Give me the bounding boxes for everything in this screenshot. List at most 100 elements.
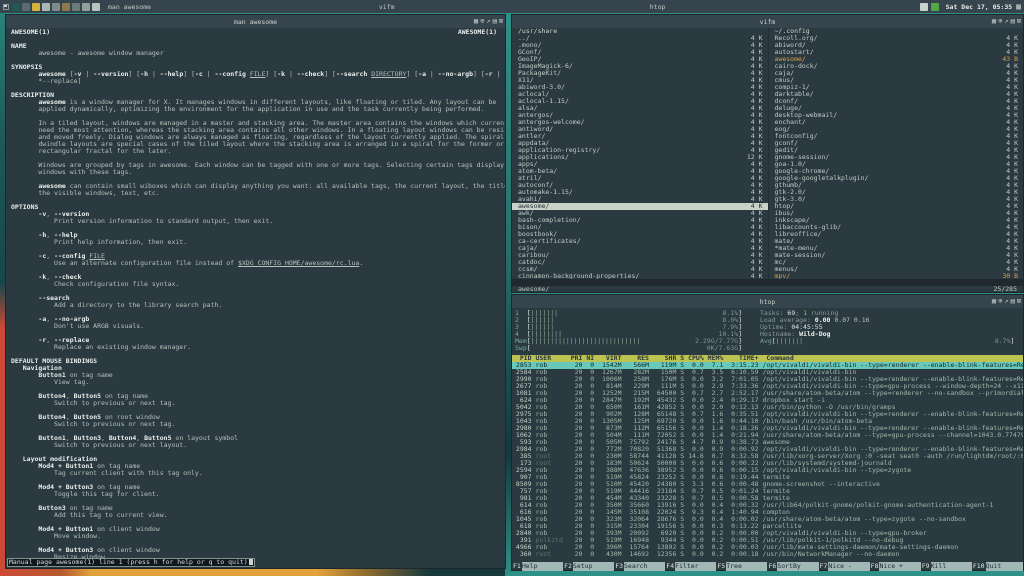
file-row[interactable]: caja/4 K <box>769 70 1024 77</box>
file-row[interactable]: Recoll.org/4 K <box>769 35 1024 42</box>
file-row[interactable]: gthumb/4 K <box>769 182 1024 189</box>
process-row[interactable]: 1045 rob 20 0 323M 32064 28676 S 0.0 0.4… <box>512 516 1023 523</box>
process-row[interactable]: 907 rob 20 0 519M 45824 23252 S 0.0 0.6 … <box>512 474 1023 481</box>
file-row[interactable]: darktable/4 K <box>769 91 1024 98</box>
process-row[interactable]: 360 root 20 0 430M 14692 12356 S 0.0 0.2… <box>512 551 1023 558</box>
launcher-archive-icon[interactable] <box>62 2 70 11</box>
file-row[interactable]: ../4 K <box>512 35 768 42</box>
titlebar-grid-icon[interactable]: ▦ <box>992 15 996 28</box>
file-row[interactable]: mate-session/4 K <box>769 252 1024 259</box>
fkey-nice--button[interactable]: F8 Nice + <box>870 562 921 571</box>
process-row[interactable]: 618 rob 20 0 315M 23304 19156 S 0.0 0.3 … <box>512 523 1023 530</box>
file-row[interactable]: bash-completion/4 K <box>512 217 768 224</box>
launcher-web-icon[interactable] <box>12 2 20 11</box>
file-row[interactable]: aclocal-1.15/4 K <box>512 98 768 105</box>
file-row[interactable]: htop/4 K <box>769 203 1024 210</box>
man-titlebar[interactable]: man awesome ▦ ⊕ ↗ ▤ ⊠ <box>6 15 505 28</box>
vifm-terminal[interactable]: /usr/share ../4 K .mono/4 K GConf/4 K GeoIP… <box>512 28 1023 293</box>
launcher-edit-icon[interactable] <box>42 2 50 11</box>
dropbox-tray-icon[interactable] <box>930 2 939 11</box>
titlebar-maximize-icon[interactable]: ▤ <box>493 15 497 28</box>
tasklist-item-man-awesome[interactable]: man awesome <box>104 0 375 13</box>
file-row[interactable]: abiword-3.0/4 K <box>512 84 768 91</box>
launcher-app-icon[interactable] <box>92 2 100 11</box>
titlebar-maximize-icon[interactable]: ▤ <box>1011 295 1015 308</box>
file-row[interactable]: mc/4 K <box>769 259 1024 266</box>
file-row[interactable]: PackageKit/4 K <box>512 70 768 77</box>
file-row[interactable]: automake-1.15/4 K <box>512 189 768 196</box>
process-row[interactable]: 2584 rob 20 0 1267M 282M 150M S 0.7 3.5 … <box>512 369 1023 376</box>
process-row[interactable]: 8509 rob 20 0 510M 45420 24380 S 3.3 0.6… <box>512 481 1023 488</box>
file-row[interactable]: atom-beta/4 K <box>512 168 768 175</box>
fkey-quit-button[interactable]: F10 Quit <box>972 562 1023 571</box>
fkey-help-button[interactable]: F1 Help <box>512 562 564 571</box>
process-row[interactable]: 2975 rob 20 0 902M 128M 65148 S 0.7 1.6 … <box>512 411 1023 418</box>
htop-titlebar[interactable]: htop ▦ ⊕ ↗ ▤ ⊠ <box>512 295 1023 308</box>
titlebar-close-icon[interactable]: ⊠ <box>499 15 503 28</box>
launcher-media-icon[interactable] <box>22 2 30 11</box>
launcher-settings-icon[interactable] <box>72 2 80 11</box>
file-row[interactable]: gtk-3.0/4 K <box>769 196 1024 203</box>
launcher-files-icon[interactable] <box>32 2 40 11</box>
titlebar-move-icon[interactable]: ⊕ <box>998 295 1002 308</box>
launcher-image-icon[interactable] <box>82 2 90 11</box>
fkey-setup-button[interactable]: F2 Setup <box>563 562 615 571</box>
file-row[interactable]: antiword/4 K <box>512 126 768 133</box>
file-row[interactable]: libreoffice/4 K <box>769 231 1024 238</box>
process-row[interactable]: 2677 rob 20 0 814M 229M 111M S 0.0 2.9 7… <box>512 383 1023 390</box>
file-row[interactable]: google-googletalkplugin/4 K <box>769 175 1024 182</box>
file-row[interactable]: gtk-2.0/4 K <box>769 189 1024 196</box>
file-row[interactable]: .mono/4 K <box>512 42 768 49</box>
htop-terminal[interactable]: 1 [||||||| 8.1%] 2 [|||||| 8.0%] 3 [||||||… <box>512 308 1023 571</box>
process-row[interactable]: 616 rob 20 0 145M 35108 22024 S 9.3 0.4 … <box>512 509 1023 516</box>
process-row[interactable]: 757 rob 20 0 519M 44416 23184 S 0.7 0.5 … <box>512 488 1023 495</box>
process-row[interactable]: 2980 rob 20 0 873M 112M 65156 S 0.0 1.4 … <box>512 425 1023 432</box>
fkey-tree-button[interactable]: F5 Tree <box>716 562 768 571</box>
file-row[interactable]: antler/4 K <box>512 133 768 140</box>
file-row[interactable]: ca-certificates/4 K <box>512 238 768 245</box>
file-row[interactable]: caribou/4 K <box>512 252 768 259</box>
titlebar-ontop-icon[interactable]: ↗ <box>1004 295 1008 308</box>
file-row[interactable]: catdoc/4 K <box>512 259 768 266</box>
process-row[interactable]: 2984 rob 20 0 772M 70820 51368 S 0.0 0.9… <box>512 446 1023 453</box>
process-row[interactable]: 2990 rob 20 0 1006M 258M 176M S 0.0 3.2 … <box>512 376 1023 383</box>
process-row[interactable]: 2840 rob 20 0 393M 20092 6920 S 0.0 0.2 … <box>512 530 1023 537</box>
fkey-filter-button[interactable]: F4 Filter <box>665 562 717 571</box>
process-row[interactable]: 981 rob 20 0 454M 43340 23228 S 0.7 0.5 … <box>512 495 1023 502</box>
parcellite-tray-icon[interactable] <box>919 2 928 11</box>
titlebar-ontop-icon[interactable]: ↗ <box>486 15 490 28</box>
process-row[interactable]: 5042 rob 20 0 650M 161M 42852 S 0.0 2.0 … <box>512 404 1023 411</box>
vifm-titlebar[interactable]: vifm ▦ ⊕ ↗ ▤ ⊠ <box>512 15 1023 28</box>
titlebar-close-icon[interactable]: ⊠ <box>1017 15 1021 28</box>
process-row[interactable]: 614 rob 20 0 350M 35660 13916 S 0.0 0.4 … <box>512 502 1023 509</box>
titlebar-grid-icon[interactable]: ▦ <box>992 295 996 308</box>
file-row[interactable]: avahi/4 K <box>512 196 768 203</box>
titlebar-close-icon[interactable]: ⊠ <box>1017 295 1021 308</box>
tasklist-item-vifm[interactable]: vifm <box>375 0 646 13</box>
layoutbox-icon[interactable]: ▦ <box>1016 2 1024 11</box>
file-row[interactable]: applications/12 K <box>512 154 768 161</box>
process-row[interactable]: 1043 rob 20 0 1305M 125M 69720 S 0.0 1.6… <box>512 418 1023 425</box>
process-row[interactable]: 2853 rob 20 0 1542M 566M 119M S 0.0 7.1 … <box>512 362 1023 369</box>
process-row[interactable]: 385 root 20 0 230M 58744 41128 S 14.6 0.… <box>512 453 1023 460</box>
process-table-header[interactable]: PID USER PRI NI VIRT RES SHR S CPU% MEM%… <box>512 355 1023 362</box>
process-row[interactable]: 391 polkitd 20 0 519M 16948 9344 S 0.0 0… <box>512 537 1023 544</box>
taglist[interactable] <box>0 3 12 10</box>
file-row[interactable]: gconf/4 K <box>769 140 1024 147</box>
file-row[interactable]: gnome-session/4 K <box>769 154 1024 161</box>
process-row[interactable]: 173 root 20 0 183M 50624 50000 S 0.0 0.6… <box>512 460 1023 467</box>
fkey-kill-button[interactable]: F9 Kill <box>921 562 972 571</box>
vifm-right-pane[interactable]: ~/.config Recoll.org/4 Kabiword/4 Kautos… <box>767 28 1024 279</box>
tasklist-item-htop[interactable]: htop <box>646 0 917 13</box>
process-row[interactable]: 4966 rob 20 0 396M 15764 13892 S 0.0 0.2… <box>512 544 1023 551</box>
file-row[interactable]: GConf/4 K <box>512 49 768 56</box>
vifm-left-pane[interactable]: /usr/share ../4 K .mono/4 K GConf/4 K GeoIP… <box>512 28 768 279</box>
titlebar-move-icon[interactable]: ⊕ <box>998 15 1002 28</box>
file-row[interactable]: enchant/4 K <box>769 119 1024 126</box>
fkey-nice--button[interactable]: F7 Nice - <box>819 562 870 571</box>
file-row[interactable]: autostart/4 K <box>769 49 1024 56</box>
process-row[interactable]: 593 rob 20 0 505M 75792 24176 S 4.7 0.9 … <box>512 439 1023 446</box>
file-row[interactable]: caja/4 K <box>512 245 768 252</box>
file-row[interactable]: dconf/4 K <box>769 98 1024 105</box>
fkey-sortby-button[interactable]: F6 SortBy <box>767 562 819 571</box>
